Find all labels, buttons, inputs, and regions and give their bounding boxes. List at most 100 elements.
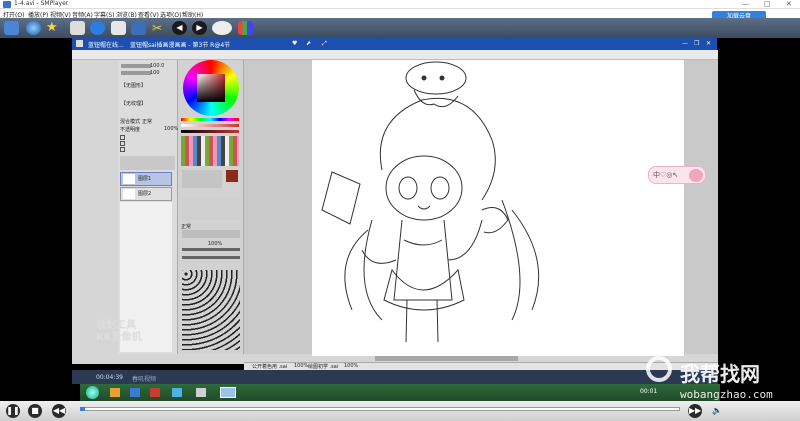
forward-icon[interactable]: ▶▶ (688, 404, 702, 418)
layer-panel: 100.0 100 【无图形】 【无纹理】 混合模式 正常 不透明度 100% … (118, 60, 178, 354)
brush-size-value: 100.0 (150, 63, 165, 69)
app-icon (76, 40, 83, 47)
layer-row-1[interactable]: 图层1 (120, 172, 172, 186)
eye-icon[interactable] (212, 21, 232, 35)
nav-tools[interactable] (182, 170, 222, 188)
video-taskbar: 00:04:39 春叽视频 (72, 370, 718, 384)
taskbar-app-4[interactable] (172, 388, 182, 397)
panel-slider-2[interactable] (121, 71, 151, 75)
brush-size-grid[interactable] (182, 270, 240, 350)
globe-icon[interactable] (26, 21, 41, 35)
color-square[interactable] (197, 74, 225, 102)
hue-slider[interactable] (181, 118, 239, 121)
lineart-drawing (321, 61, 540, 343)
window-title-bar: 1-4.avi - SMPlayer — □ ✕ (0, 0, 800, 9)
clip-checkbox[interactable] (120, 141, 125, 146)
sai-menu-bar (72, 50, 718, 60)
saturation-slider[interactable] (181, 124, 239, 127)
panel-slider-1[interactable] (121, 64, 151, 68)
taskbar-app-2[interactable] (130, 388, 140, 397)
screenshot-icon[interactable] (70, 21, 85, 35)
seek-bar[interactable] (80, 407, 680, 411)
recorder-brand: 录制工具 KK录像机 (96, 320, 142, 344)
save-icon[interactable] (131, 21, 146, 35)
opacity-label: 不透明度 (120, 127, 141, 133)
brand-line1: 录制工具 (96, 320, 136, 331)
brush-size-slider[interactable] (182, 248, 240, 251)
rewind-icon[interactable]: ◀◀ (52, 404, 66, 418)
maximize-icon[interactable]: □ (764, 0, 771, 8)
stop-icon[interactable]: ■ (28, 404, 42, 418)
watermark-url: wobangzhao.com (680, 388, 773, 401)
brush-tools[interactable] (182, 198, 240, 220)
layer-thumbnail (123, 174, 135, 184)
select-source-checkbox[interactable] (120, 147, 125, 152)
inner-minimize-icon[interactable]: — (682, 40, 688, 47)
doc-tab-right[interactable]: 绘图初学 .sai (308, 363, 338, 370)
external-icon[interactable]: ⤢ (322, 40, 327, 48)
close-icon[interactable]: ✕ (786, 0, 792, 8)
layer-name: 图层1 (138, 176, 152, 182)
window-icon[interactable] (111, 21, 126, 35)
previous-icon[interactable]: ◀ (172, 21, 187, 35)
canvas-horizontal-scrollbar[interactable] (375, 356, 518, 361)
app-icon (3, 1, 11, 8)
minimize-icon[interactable]: — (742, 0, 749, 8)
magnifier-icon (646, 356, 672, 382)
layer-row-2[interactable]: 图层2 (120, 187, 172, 201)
doc-tab-left[interactable]: 公开着色用 .sai (252, 363, 287, 370)
widget-avatar (689, 169, 703, 182)
floating-widget[interactable]: 中♡◎↖ (648, 166, 706, 184)
menu-bar: 打开(O) 播放(P) 视频(V) 音频(A) 字幕(S) 浏览(B) 查看(V… (0, 9, 800, 19)
share-icon[interactable]: ⬈ (306, 40, 311, 47)
taskbar-app-sai[interactable] (220, 387, 236, 398)
taskbar-app-1[interactable] (110, 388, 120, 397)
texture-label[interactable]: 【无纹理】 (121, 100, 146, 107)
video-letterbox-left (0, 38, 72, 384)
site-watermark: 我帮找网 wobangzhao.com (646, 356, 796, 402)
cut-icon[interactable]: ✂ (152, 21, 167, 35)
layer-tools-row[interactable] (120, 156, 175, 170)
inner-restore-icon[interactable]: ❐ (694, 40, 699, 47)
brush-density-value: 100 (150, 70, 160, 76)
video-letterbox-right (718, 38, 800, 384)
blend-mode-value[interactable]: 正常 (142, 118, 152, 125)
pause-icon[interactable]: ❚❚ (6, 404, 20, 418)
brush-min-value: 100% (208, 241, 223, 247)
brand-line2: KK录像机 (96, 332, 142, 343)
playlist-icon[interactable] (4, 21, 19, 35)
heart-icon[interactable]: ♥ (292, 40, 297, 47)
widget-icons: 中♡◎↖ (653, 171, 679, 179)
doc-zoom-left: 100% (294, 363, 309, 369)
start-orb-icon[interactable] (86, 386, 99, 399)
sai-title-bar: 蓝钮帽在线... 蓝钮帽sai插画漫画画 - 第3节 R@4节 ♥ ⬈ ⤢ — … (72, 38, 717, 50)
doc-zoom-right: 100% (344, 363, 359, 369)
layer-thumbnail (123, 189, 135, 199)
brush-shape-row[interactable] (182, 230, 240, 238)
video-time: 00:04:39 (96, 374, 123, 381)
protect-checkbox[interactable] (120, 135, 125, 140)
taskbar-app-5[interactable] (196, 388, 206, 397)
next-icon[interactable]: ▶ (192, 21, 207, 35)
value-slider[interactable] (181, 130, 239, 133)
mode-normal-label: 正常 (181, 224, 192, 230)
taskbar-app-3[interactable] (150, 388, 160, 397)
tab-video-title[interactable]: 蓝钮帽sai插画漫画画 - 第3节 R@4节 (130, 40, 230, 49)
primary-color[interactable] (226, 170, 238, 182)
info-icon[interactable] (90, 21, 105, 35)
windows-taskbar: 00:01 (80, 384, 720, 401)
density-slider[interactable] (182, 256, 240, 259)
opacity-value: 100% (164, 126, 179, 132)
tab-browser[interactable]: 蓝钮帽在线... (88, 40, 124, 49)
color-tool-panel: 正常 100% (178, 60, 244, 354)
inner-close-icon[interactable]: ✕ (706, 40, 711, 47)
color-swatches[interactable] (181, 136, 239, 166)
favorites-star-icon[interactable]: ★ (46, 21, 61, 35)
player-controls: ❚❚ ■ ◀◀ ▶▶ 🔈 (0, 401, 800, 421)
drawing-canvas[interactable] (312, 60, 684, 356)
seek-progress (80, 407, 85, 411)
shape-label[interactable]: 【无图形】 (121, 82, 146, 89)
blend-mode-label: 混合模式 (120, 119, 141, 125)
audio-eq-icon[interactable] (238, 21, 253, 35)
volume-icon[interactable]: 🔈 (712, 406, 722, 415)
